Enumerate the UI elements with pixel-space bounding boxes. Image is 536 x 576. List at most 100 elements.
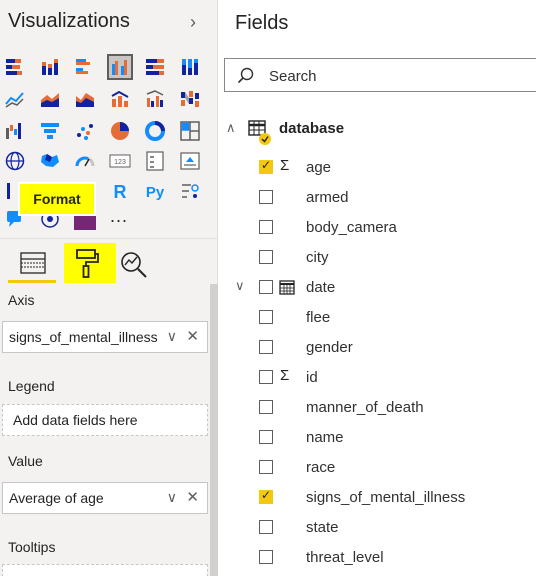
field-name: city (306, 249, 329, 266)
field-item[interactable]: armed (218, 182, 536, 212)
scatter-chart-icon[interactable] (74, 120, 96, 142)
stacked-bar-chart-icon[interactable] (4, 56, 26, 78)
more-label: ... (110, 206, 129, 226)
axis-field-name: signs_of_mental_illness (9, 329, 158, 345)
chevron-right-icon[interactable]: › (190, 12, 196, 33)
value-well[interactable]: Average of age ∨ ✕ (2, 482, 208, 514)
field-item[interactable]: gender (218, 332, 536, 362)
field-item[interactable]: Σage (218, 152, 536, 182)
field-checkbox[interactable] (259, 220, 273, 234)
multi-row-card-icon[interactable] (144, 150, 166, 172)
more-visuals-icon[interactable]: ... (110, 206, 132, 228)
key-influencers-icon[interactable] (179, 180, 201, 202)
stacked-column-chart-icon[interactable] (39, 56, 61, 78)
legend-placeholder: Add data fields here (13, 412, 138, 428)
field-checkbox[interactable] (259, 400, 273, 414)
visualizations-title: Visualizations (8, 10, 130, 32)
table-node-database[interactable]: ∧ database (218, 114, 536, 145)
field-checkbox[interactable] (259, 158, 273, 174)
field-checkbox[interactable] (259, 190, 273, 204)
search-input[interactable]: Search (224, 58, 536, 92)
treemap-icon[interactable] (179, 120, 201, 142)
legend-label: Legend (8, 378, 55, 394)
chevron-up-icon[interactable]: ∧ (226, 120, 236, 136)
field-name: age (306, 159, 332, 176)
calendar-icon (279, 280, 295, 295)
line-and-stacked-column-icon[interactable] (109, 88, 131, 110)
field-item[interactable]: city (218, 242, 536, 272)
python-visual-icon[interactable]: Py (144, 180, 166, 202)
100-percent-stacked-bar-icon[interactable] (144, 56, 166, 78)
waterfall-chart-icon[interactable] (4, 120, 26, 142)
field-item[interactable]: threat_level (218, 542, 536, 572)
fields-title: Fields (235, 12, 289, 34)
table-icon (248, 120, 271, 145)
tooltips-well[interactable] (2, 564, 208, 576)
analytics-icon (121, 252, 147, 278)
selected-tab-indicator (8, 280, 56, 283)
field-checkbox[interactable] (259, 520, 273, 534)
field-checkbox[interactable] (259, 488, 273, 504)
fields-tab[interactable] (8, 243, 56, 283)
field-item[interactable]: body_camera (218, 212, 536, 242)
axis-well[interactable]: signs_of_mental_illness ∨ ✕ (2, 321, 208, 353)
field-name: flee (306, 309, 331, 326)
field-checkbox[interactable] (259, 370, 273, 384)
axis-label: Axis (8, 292, 35, 308)
field-checkbox[interactable] (259, 550, 273, 564)
filled-map-icon[interactable] (39, 150, 61, 172)
field-checkbox[interactable] (259, 460, 273, 474)
field-name: state (306, 519, 339, 536)
field-item[interactable]: state (218, 512, 536, 542)
value-label: Value (8, 453, 43, 469)
map-icon[interactable] (4, 150, 26, 172)
field-checkbox[interactable] (259, 340, 273, 354)
r-script-visual-icon[interactable]: R (109, 180, 131, 202)
stacked-area-chart-icon[interactable] (74, 88, 96, 110)
field-checkbox[interactable] (259, 280, 273, 294)
field-name: threat_level (306, 549, 384, 566)
close-icon[interactable]: ✕ (186, 327, 199, 345)
format-tab[interactable] (64, 243, 116, 283)
field-item[interactable]: flee (218, 302, 536, 332)
funnel-chart-icon[interactable] (39, 120, 61, 142)
legend-well[interactable]: Add data fields here (2, 404, 208, 436)
field-item[interactable]: race (218, 452, 536, 482)
field-checkbox[interactable] (259, 310, 273, 324)
close-icon[interactable]: ✕ (186, 488, 199, 506)
field-name: id (306, 369, 318, 386)
card-icon[interactable]: 123 (109, 150, 131, 172)
field-item[interactable]: signs_of_mental_illness (218, 482, 536, 512)
line-chart-icon[interactable] (4, 88, 26, 110)
tooltips-label: Tooltips (8, 539, 56, 555)
svg-text:Py: Py (146, 184, 165, 201)
field-name: armed (306, 189, 349, 206)
field-item[interactable]: ∨ date (218, 272, 536, 302)
field-wells-scrollbar[interactable] (210, 284, 218, 576)
ribbon-chart-icon[interactable] (179, 88, 201, 110)
svg-text:R: R (114, 182, 127, 202)
format-tooltip: Format (20, 184, 94, 214)
clustered-column-chart-icon[interactable] (107, 54, 133, 80)
chevron-down-icon[interactable]: ∨ (235, 278, 245, 294)
field-item[interactable]: manner_of_death (218, 392, 536, 422)
100-percent-stacked-column-icon[interactable] (179, 56, 201, 78)
gauge-icon[interactable] (74, 150, 96, 172)
clustered-bar-chart-icon[interactable] (74, 56, 96, 78)
line-and-clustered-column-icon[interactable] (144, 88, 166, 110)
field-item[interactable]: Σid (218, 362, 536, 392)
kpi-icon[interactable] (179, 150, 201, 172)
chevron-down-icon[interactable]: ∨ (167, 328, 177, 345)
chevron-down-icon[interactable]: ∨ (167, 489, 177, 506)
svg-text:123: 123 (114, 159, 126, 166)
field-item[interactable]: name (218, 422, 536, 452)
field-name: name (306, 429, 344, 446)
field-checkbox[interactable] (259, 250, 273, 264)
donut-chart-icon[interactable] (144, 120, 166, 142)
area-chart-icon[interactable] (39, 88, 61, 110)
analytics-tab[interactable] (118, 243, 148, 283)
pie-chart-icon[interactable] (109, 120, 131, 142)
field-name: manner_of_death (306, 399, 424, 416)
table-name: database (279, 120, 345, 137)
field-checkbox[interactable] (259, 430, 273, 444)
